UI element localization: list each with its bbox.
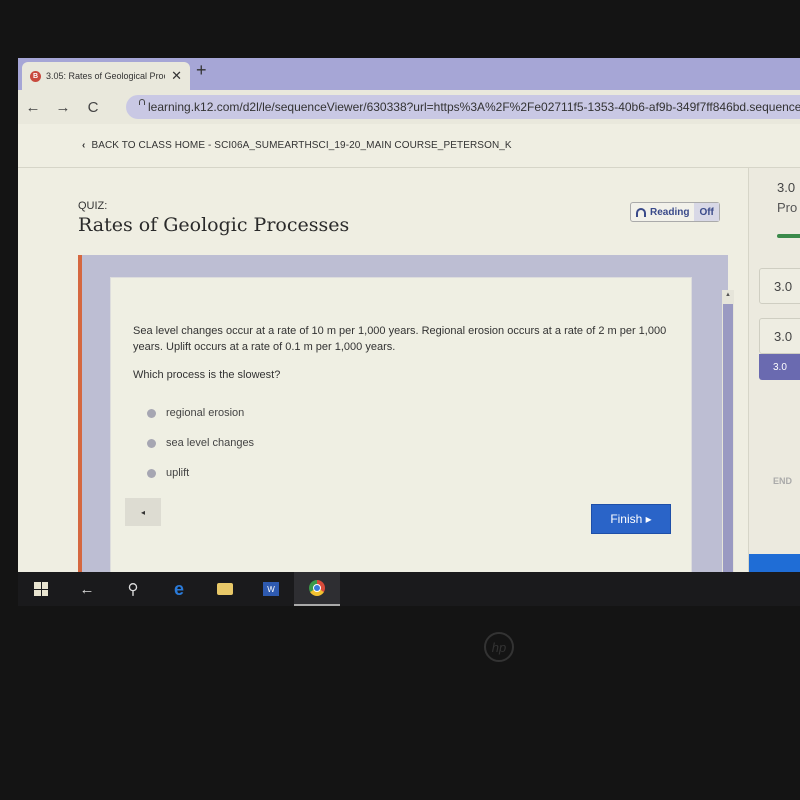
edge-browser-button[interactable]: e (156, 572, 202, 606)
answer-option[interactable]: regional erosion (147, 398, 254, 428)
quiz-frame: Sea level changes occur at a rate of 10 … (78, 255, 728, 606)
file-explorer-button[interactable] (202, 572, 248, 606)
answer-option[interactable]: sea level changes (147, 428, 254, 458)
new-tab-button[interactable]: + (196, 60, 207, 81)
question-card: Sea level changes occur at a rate of 10 … (110, 277, 692, 577)
previous-button[interactable]: ◂ (125, 498, 161, 526)
lesson-sidebar: 3.0 Pro 3.0 3.0 3.0 END NE End (748, 168, 800, 606)
word-icon: W (263, 582, 279, 596)
sidebar-item[interactable]: 3.0 (759, 268, 800, 304)
edge-icon: e (173, 578, 184, 599)
radio-button[interactable] (147, 438, 156, 448)
sidebar-end-label: END (773, 476, 793, 486)
radio-button[interactable] (147, 408, 156, 418)
quiz-label: QUIZ: (78, 200, 108, 212)
tab-favicon-icon: B (30, 70, 41, 82)
option-label: regional erosion (166, 407, 245, 419)
close-tab-icon[interactable]: ✕ (171, 68, 182, 84)
sidebar-item-active[interactable]: 3.0 (759, 354, 800, 380)
search-icon[interactable]: ⚲ (110, 572, 156, 606)
question-prompt: Which process is the slowest? (133, 369, 281, 381)
sidebar-subtitle: Pro (777, 200, 798, 215)
sidebar-item[interactable]: 3.0 (759, 318, 800, 354)
option-label: sea level changes (166, 437, 255, 449)
option-label: uplift (166, 467, 190, 479)
answer-option[interactable]: uplift (147, 458, 254, 488)
back-link-text: BACK TO CLASS HOME - SCI06A_SUMEARTHSCI_… (91, 140, 512, 151)
windows-start-button[interactable] (18, 572, 64, 606)
scrollbar[interactable]: ▲ ▼ (722, 290, 734, 606)
scroll-up-icon[interactable]: ▲ (722, 292, 734, 298)
sidebar-lesson-number: 3.0 (777, 180, 796, 195)
back-to-class-link[interactable]: ‹ BACK TO CLASS HOME - SCI06A_SUMEARTHSC… (18, 124, 800, 168)
url-text: learning.k12.com/d2l/le/sequenceViewer/6… (148, 100, 800, 114)
browser-window: B 3.05: Rates of Geological Proce ✕ + ← … (18, 58, 800, 606)
hp-logo: hp (484, 632, 514, 662)
scroll-thumb[interactable] (723, 304, 733, 584)
browser-tab[interactable]: B 3.05: Rates of Geological Proce ✕ (22, 62, 190, 90)
reading-state: Off (694, 203, 719, 221)
quiz-area: QUIZ: Rates of Geologic Processes Readin… (18, 178, 746, 606)
page-content: ‹ BACK TO CLASS HOME - SCI06A_SUMEARTHSC… (18, 124, 800, 606)
tab-title: 3.05: Rates of Geological Proce (46, 71, 166, 81)
address-bar[interactable]: learning.k12.com/d2l/le/sequenceViewer/6… (126, 95, 800, 119)
headphones-icon (636, 207, 646, 217)
browser-toolbar: ← → C learning.k12.com/d2l/le/sequenceVi… (18, 90, 800, 124)
reading-label: Reading (650, 206, 690, 218)
word-button[interactable]: W (248, 572, 294, 606)
finish-button[interactable]: Finish ▸ (591, 504, 671, 534)
back-arrow-icon[interactable]: ← (18, 99, 48, 116)
windows-icon (34, 582, 48, 596)
chevron-left-icon: ‹ (82, 140, 86, 151)
chrome-button[interactable] (294, 572, 340, 606)
folder-icon (217, 583, 233, 595)
forward-arrow-icon[interactable]: → (48, 99, 78, 116)
chrome-icon (309, 580, 325, 596)
tab-strip: B 3.05: Rates of Geological Proce ✕ + (18, 58, 800, 90)
answer-options: regional erosion sea level changes uplif… (147, 398, 254, 488)
question-text: Sea level changes occur at a rate of 10 … (133, 325, 667, 353)
reload-icon[interactable]: C (78, 99, 108, 116)
reading-toggle[interactable]: Reading Off (630, 202, 720, 222)
taskbar-back-icon[interactable]: ← (64, 572, 110, 606)
taskbar: ← ⚲ e W (18, 572, 800, 606)
page-title: Rates of Geologic Processes (78, 214, 350, 236)
progress-bar (777, 234, 800, 238)
radio-button[interactable] (147, 468, 156, 478)
